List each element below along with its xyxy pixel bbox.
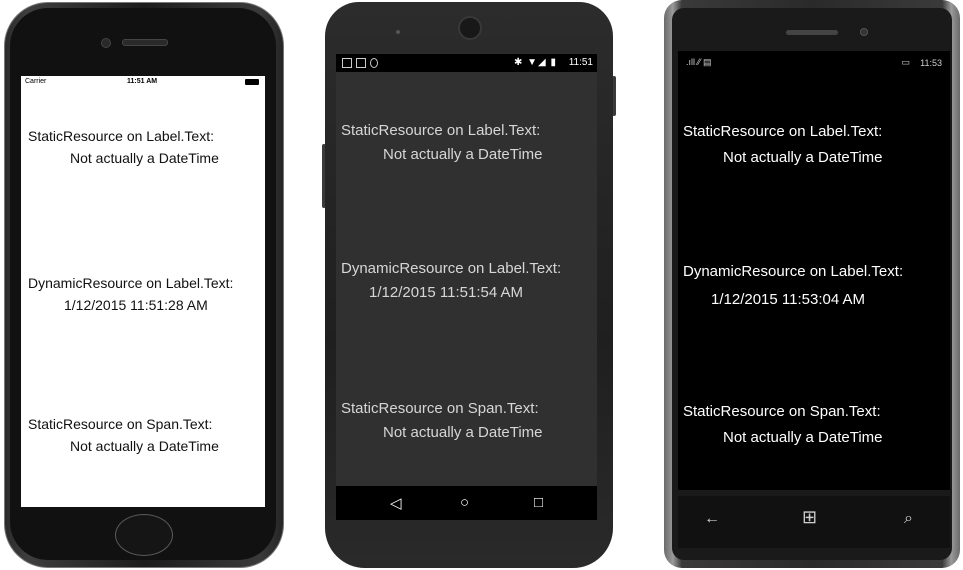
android-status-bar: ✱ ▼◢ ▮ 11:51 xyxy=(336,54,597,72)
notification-image-icon xyxy=(342,58,352,68)
front-camera-icon xyxy=(860,28,868,36)
front-camera-icon xyxy=(458,16,482,40)
static-span-value: Not actually a DateTime xyxy=(383,424,543,441)
battery-icon xyxy=(245,79,259,85)
status-time: 11:53 xyxy=(920,58,942,68)
windows-nav-bar: ← ⊞ ⌕ xyxy=(678,496,950,548)
windows-status-bar: .ıll ⁄⁄ ▤ ▭ 11:53 xyxy=(678,51,950,73)
back-icon[interactable]: ◁ xyxy=(390,494,402,512)
ios-status-bar: Carrier 11:51 AM xyxy=(21,76,265,88)
notification-image-icon xyxy=(356,58,366,68)
dynamic-label-value: 1/12/2015 11:51:28 AM xyxy=(64,297,208,313)
back-arrow-icon[interactable]: ← xyxy=(704,510,720,528)
windows-screen: .ıll ⁄⁄ ▤ ▭ 11:53 StaticResource on Labe… xyxy=(678,51,950,490)
signal-icon: ✱ ▼◢ ▮ xyxy=(513,57,557,68)
iphone-device: Carrier 11:51 AM StaticResource on Label… xyxy=(4,2,284,568)
dynamic-label-value: 1/12/2015 11:53:04 AM xyxy=(711,291,866,308)
android-nav-bar: ◁ ○ □ xyxy=(336,486,597,520)
static-span-value: Not actually a DateTime xyxy=(70,438,219,454)
static-span-caption: StaticResource on Span.Text: xyxy=(683,403,881,420)
home-button[interactable] xyxy=(115,514,173,556)
static-span-caption: StaticResource on Span.Text: xyxy=(341,400,539,417)
earpiece-speaker xyxy=(786,30,838,35)
front-camera-icon xyxy=(101,38,111,48)
static-label-caption: StaticResource on Label.Text: xyxy=(683,123,883,140)
static-label-value: Not actually a DateTime xyxy=(723,149,883,166)
signal-icon: .ıll ⁄⁄ ▤ xyxy=(686,57,712,67)
ios-screen: Carrier 11:51 AM StaticResource on Label… xyxy=(21,76,265,507)
dynamic-label-caption: DynamicResource on Label.Text: xyxy=(341,260,562,277)
static-label-caption: StaticResource on Label.Text: xyxy=(341,122,541,139)
status-time: 11:51 AM xyxy=(127,78,158,85)
static-span-value: Not actually a DateTime xyxy=(723,429,883,446)
home-icon[interactable]: ○ xyxy=(460,494,469,511)
earpiece-speaker xyxy=(122,39,168,46)
status-time: 11:51 xyxy=(568,57,593,68)
android-device: ✱ ▼◢ ▮ 11:51 StaticResource on Label.Tex… xyxy=(322,2,616,568)
battery-icon: ▭ xyxy=(901,57,910,67)
search-icon[interactable]: ⌕ xyxy=(904,510,913,528)
static-label-value: Not actually a DateTime xyxy=(383,146,543,163)
android-screen: ✱ ▼◢ ▮ 11:51 StaticResource on Label.Tex… xyxy=(336,54,597,520)
static-label-value: Not actually a DateTime xyxy=(70,150,219,166)
dynamic-label-caption: DynamicResource on Label.Text: xyxy=(28,275,234,291)
windows-phone-device: .ıll ⁄⁄ ▤ ▭ 11:53 StaticResource on Labe… xyxy=(664,0,962,570)
dynamic-label-value: 1/12/2015 11:51:54 AM xyxy=(369,284,524,301)
windows-logo-icon[interactable]: ⊞ xyxy=(802,507,817,528)
static-span-caption: StaticResource on Span.Text: xyxy=(28,416,213,432)
static-label-caption: StaticResource on Label.Text: xyxy=(28,128,214,144)
carrier-label: Carrier xyxy=(25,78,47,85)
recents-icon[interactable]: □ xyxy=(534,494,543,511)
proximity-sensor xyxy=(396,30,400,34)
notification-pin-icon xyxy=(370,58,378,68)
dynamic-label-caption: DynamicResource on Label.Text: xyxy=(683,263,904,280)
